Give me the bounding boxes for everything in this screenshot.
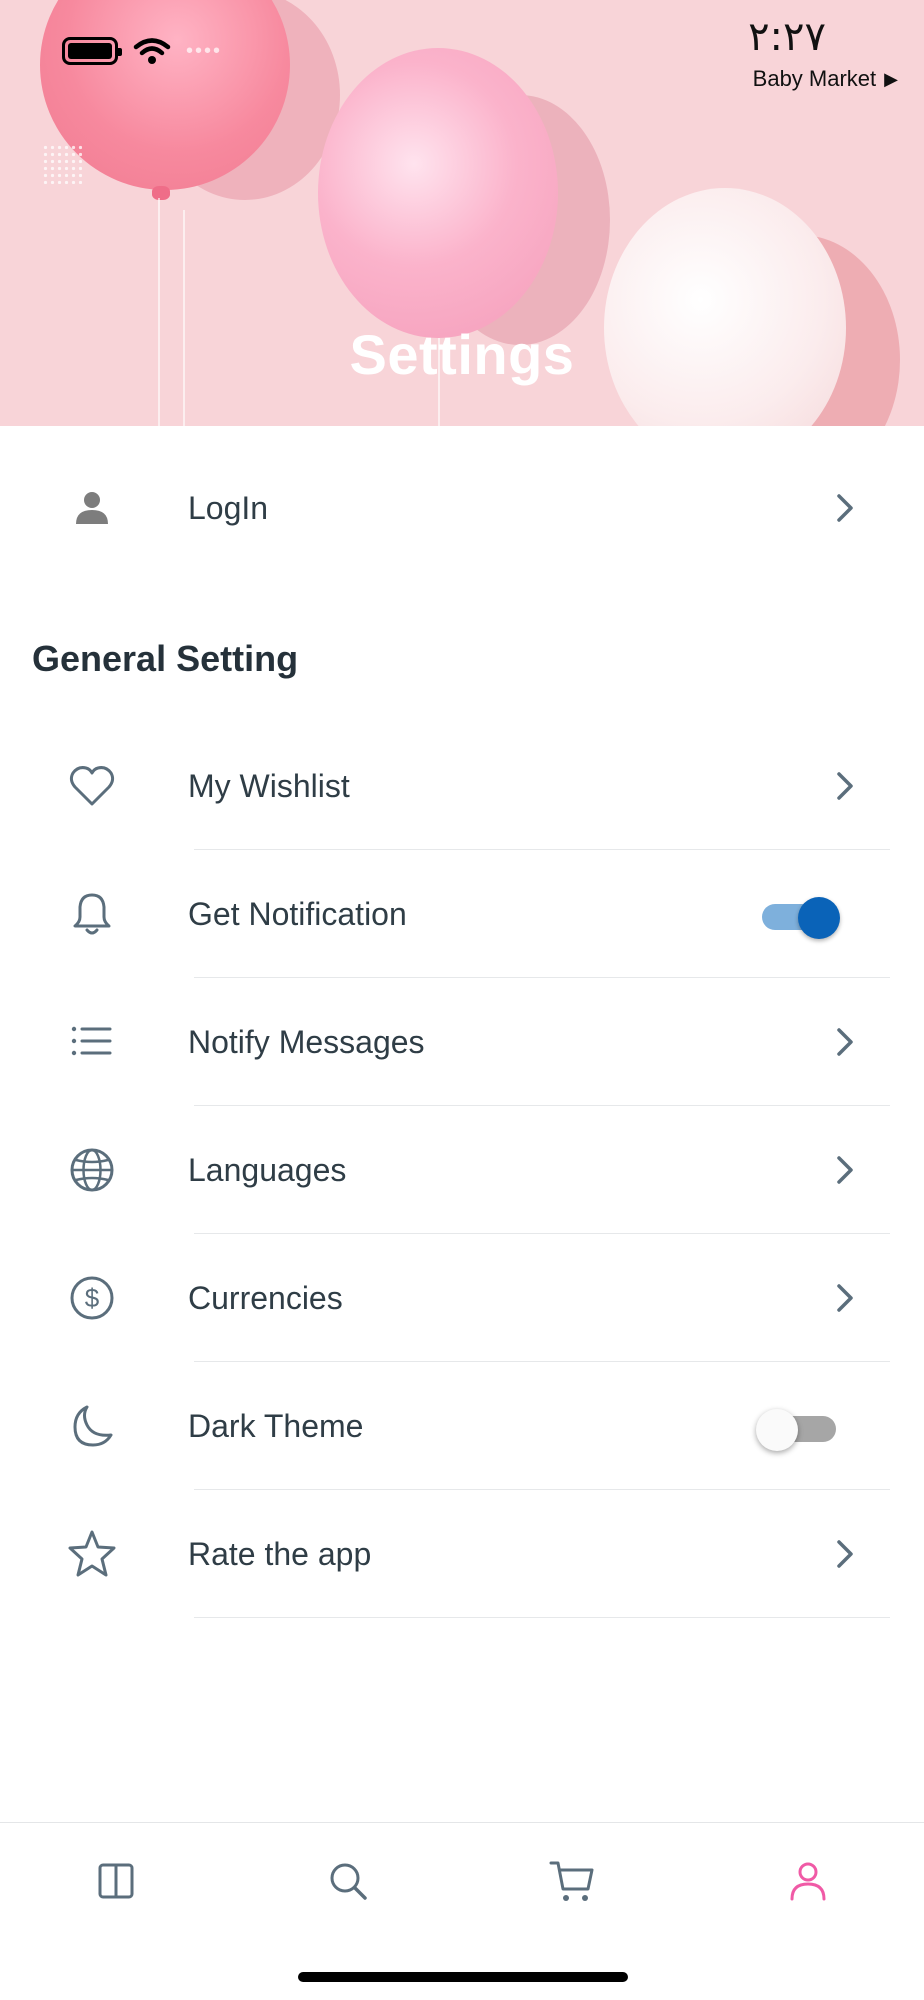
divider [194,1617,890,1618]
settings-item-label: Get Notification [188,895,407,932]
settings-item-wishlist[interactable]: My Wishlist [0,722,924,850]
dark-theme-toggle[interactable] [756,1409,836,1451]
cart-icon [549,1861,594,1901]
chevron-right-icon [837,494,853,522]
white-balloon [604,188,846,426]
settings-item-label: Languages [188,1151,347,1188]
moon-icon [62,1396,122,1456]
header-banner: •••• ٢:٢٧ Baby Market ▶ Settings [0,0,924,426]
star-icon [62,1524,122,1584]
section-title: General Setting [32,638,299,679]
chevron-right-icon [837,772,853,800]
home-indicator[interactable] [298,1972,628,1982]
bell-icon [62,884,122,944]
toggle-knob [756,1409,798,1451]
nav-search[interactable] [318,1851,378,1911]
page-title: Settings [349,323,575,386]
settings-item-label: Rate the app [188,1535,372,1572]
profile-icon [790,1862,826,1901]
settings-item-rate-app[interactable]: Rate the app [0,1490,924,1618]
balloon-string [158,198,160,426]
home-columns-icon [98,1863,134,1899]
chevron-right-icon [837,1540,853,1568]
balloon-knot [152,186,170,200]
status-indicators: •••• [62,36,222,66]
toggle-knob [798,897,840,939]
balloon-string [183,210,185,426]
settings-item-label: Notify Messages [188,1023,425,1060]
settings-item-currencies[interactable]: $ Currencies [0,1234,924,1362]
login-row[interactable]: LogIn [0,444,924,572]
settings-item-label: Dark Theme [188,1407,364,1444]
heart-icon [62,756,122,816]
settings-item-notification[interactable]: Get Notification [0,850,924,978]
cellular-signal-icon: •••• [186,39,223,62]
wifi-icon [133,38,171,64]
settings-item-label: Currencies [188,1279,343,1316]
dollar-circle-icon: $ [62,1268,122,1328]
chevron-right-icon [837,1028,853,1056]
dot-pattern-decoration [42,144,82,184]
nav-profile[interactable] [778,1851,838,1911]
nav-home[interactable] [86,1851,146,1911]
settings-item-languages[interactable]: Languages [0,1106,924,1234]
svg-text:$: $ [85,1283,100,1313]
globe-icon [62,1140,122,1200]
play-triangle-icon: ▶ [884,68,898,89]
settings-item-dark-theme[interactable]: Dark Theme [0,1362,924,1490]
list-icon [62,1012,122,1072]
settings-item-label: My Wishlist [188,767,350,804]
login-label: LogIn [188,489,269,526]
chevron-right-icon [837,1156,853,1184]
settings-item-notify-messages[interactable]: Notify Messages [0,978,924,1106]
search-icon [330,1863,367,1900]
status-time: ٢:٢٧ [748,14,826,60]
battery-icon [62,37,122,65]
back-app-label: Baby Market [752,66,877,91]
light-pink-balloon [318,48,558,338]
nav-cart[interactable] [542,1851,602,1911]
notification-toggle[interactable] [762,897,840,939]
chevron-right-icon [837,1284,853,1312]
back-to-app-link[interactable]: Baby Market ▶ [753,66,898,92]
person-icon [62,478,122,538]
